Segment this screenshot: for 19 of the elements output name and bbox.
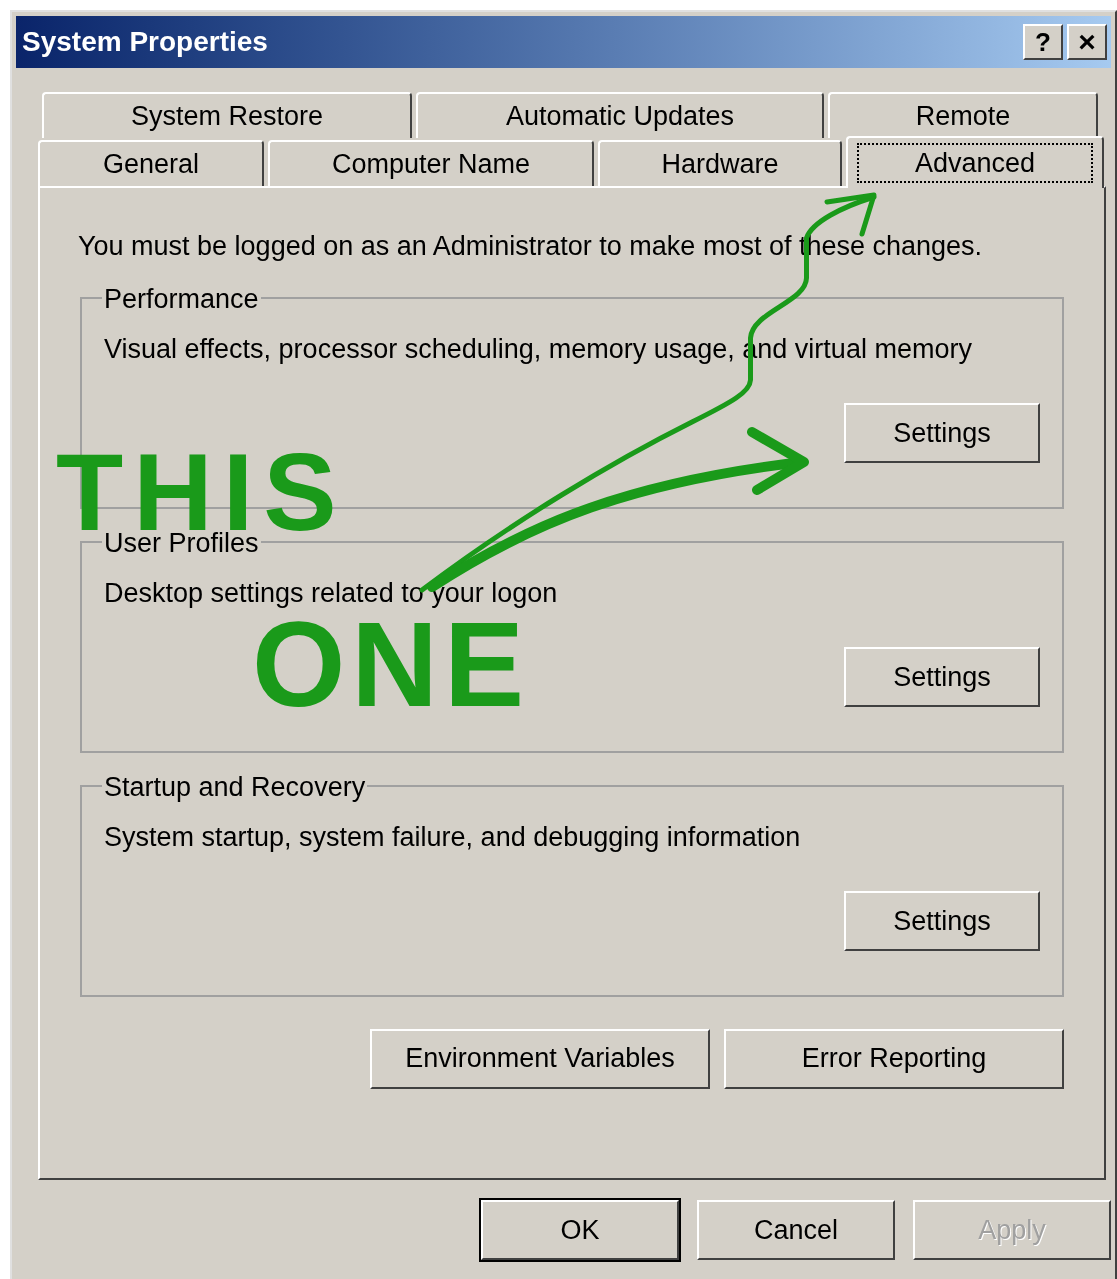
settings-button[interactable]: Settings [844,403,1040,463]
tab[interactable]: Computer Name [268,140,594,186]
close-button[interactable]: × [1067,24,1107,60]
settings-button[interactable]: Settings [844,647,1040,707]
dialog-button[interactable]: Environment Variables [370,1028,710,1089]
help-button[interactable]: ? [1023,24,1063,60]
tab[interactable]: General [38,140,264,186]
settings-button[interactable]: Settings [844,891,1040,951]
tab[interactable]: Advanced [846,136,1104,188]
dialog-button[interactable]: OK [481,1200,679,1260]
dialog-button[interactable]: Cancel [697,1200,895,1260]
tab[interactable]: Automatic Updates [416,92,824,138]
tab[interactable]: System Restore [42,92,412,138]
dialog-button[interactable]: Error Reporting [724,1028,1064,1089]
group-description: System startup, system failure, and debugging information [104,820,802,854]
window-title: System Properties [22,25,269,59]
tab[interactable]: Hardware [598,140,842,186]
tab[interactable]: Remote [828,92,1098,138]
group-description: Desktop settings related to your logon [104,576,559,610]
